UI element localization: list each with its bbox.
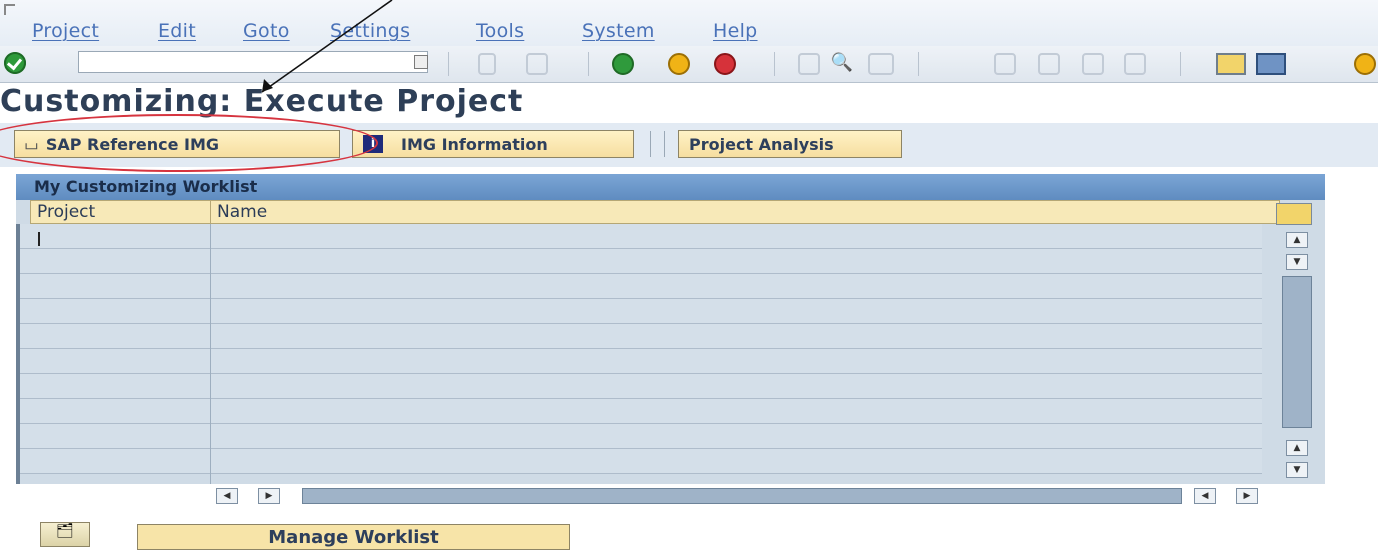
manage-worklist-button[interactable]: Manage Worklist xyxy=(137,524,570,550)
glasses-icon: ⌴ xyxy=(25,134,38,153)
print-icon[interactable] xyxy=(798,53,820,75)
scroll-left-icon[interactable]: ◀ xyxy=(216,488,238,504)
worklist-icon-button[interactable]: 🗂 xyxy=(40,522,90,547)
horizontal-scrollbar[interactable] xyxy=(302,488,1182,504)
table-settings-icon[interactable] xyxy=(1276,203,1312,225)
next-page-icon[interactable] xyxy=(1082,53,1104,75)
scroll-down-icon[interactable]: ▼ xyxy=(1286,462,1308,478)
row-selector-column[interactable] xyxy=(16,224,20,484)
standard-toolbar: 🔍 xyxy=(0,46,1378,83)
info-icon: i xyxy=(363,135,383,153)
find-next-icon[interactable] xyxy=(868,53,894,75)
img-information-label: IMG Information xyxy=(401,134,548,154)
app-toolbar-separator xyxy=(664,131,665,157)
table-row[interactable] xyxy=(18,449,1262,474)
table-row[interactable] xyxy=(18,249,1262,274)
scroll-right-end-icon[interactable]: ▶ xyxy=(1236,488,1258,504)
img-information-button[interactable]: i IMG Information xyxy=(352,130,634,158)
toolbar-separator xyxy=(588,52,589,76)
menu-tools[interactable]: Tools xyxy=(476,20,524,42)
first-page-icon[interactable] xyxy=(994,53,1016,75)
command-dropdown-icon[interactable] xyxy=(414,55,428,69)
table-row[interactable] xyxy=(18,349,1262,374)
scroll-left-end-icon[interactable]: ◀ xyxy=(1194,488,1216,504)
back-icon[interactable] xyxy=(612,53,634,75)
arrow-left-icon[interactable] xyxy=(478,53,496,75)
project-analysis-button[interactable]: Project Analysis xyxy=(678,130,902,158)
page-up-icon[interactable]: ▼ xyxy=(1286,254,1308,270)
menu-system[interactable]: System xyxy=(582,20,655,42)
table-row[interactable] xyxy=(18,224,1262,249)
table-row[interactable] xyxy=(18,424,1262,449)
table-row[interactable] xyxy=(18,299,1262,324)
menu-project[interactable]: Project xyxy=(32,20,99,42)
app-toolbar-separator xyxy=(650,131,651,157)
system-menu-icon[interactable] xyxy=(4,4,15,15)
exit-icon[interactable] xyxy=(668,53,690,75)
page-down-icon[interactable]: ▲ xyxy=(1286,440,1308,456)
toolbar-separator xyxy=(774,52,775,76)
help-icon[interactable] xyxy=(1354,53,1376,75)
create-session-icon[interactable] xyxy=(1216,53,1246,75)
menu-edit[interactable]: Edit xyxy=(158,20,196,42)
shortcut-icon[interactable] xyxy=(1256,53,1286,75)
table-row[interactable] xyxy=(18,274,1262,299)
toolbar-separator xyxy=(448,52,449,76)
previous-page-icon[interactable] xyxy=(1038,53,1060,75)
menu-bar: Project Edit Goto Settings Tools System … xyxy=(0,0,1378,46)
worklist-title: My Customizing Worklist xyxy=(16,174,1325,200)
enter-icon[interactable] xyxy=(4,52,26,74)
text-cursor xyxy=(38,232,40,246)
scroll-right-icon[interactable]: ▶ xyxy=(258,488,280,504)
toolbar-separator xyxy=(1180,52,1181,76)
cancel-icon[interactable] xyxy=(714,53,736,75)
sap-reference-img-label: SAP Reference IMG xyxy=(45,134,220,154)
toolbar-separator xyxy=(918,52,919,76)
project-analysis-label: Project Analysis xyxy=(689,134,834,154)
table-row[interactable] xyxy=(18,399,1262,424)
scroll-up-icon[interactable]: ▲ xyxy=(1286,232,1308,248)
command-field[interactable] xyxy=(78,51,428,73)
find-icon[interactable]: 🔍 xyxy=(826,53,858,75)
menu-goto[interactable]: Goto xyxy=(243,20,290,42)
menu-help[interactable]: Help xyxy=(713,20,758,42)
vertical-scrollbar[interactable] xyxy=(1282,276,1312,428)
table-row[interactable] xyxy=(18,374,1262,399)
sap-reference-img-button[interactable]: ⌴ SAP Reference IMG xyxy=(14,130,340,158)
table-row[interactable] xyxy=(18,324,1262,349)
column-divider xyxy=(210,224,211,484)
application-toolbar: ⌴ SAP Reference IMG i IMG Information Pr… xyxy=(0,123,1378,167)
column-header-name[interactable]: Name xyxy=(210,200,1280,224)
last-page-icon[interactable] xyxy=(1124,53,1146,75)
menu-settings[interactable]: Settings xyxy=(330,20,410,42)
save-icon[interactable] xyxy=(526,53,548,75)
column-header-project[interactable]: Project xyxy=(30,200,226,224)
page-title: Customizing: Execute Project xyxy=(0,84,524,119)
